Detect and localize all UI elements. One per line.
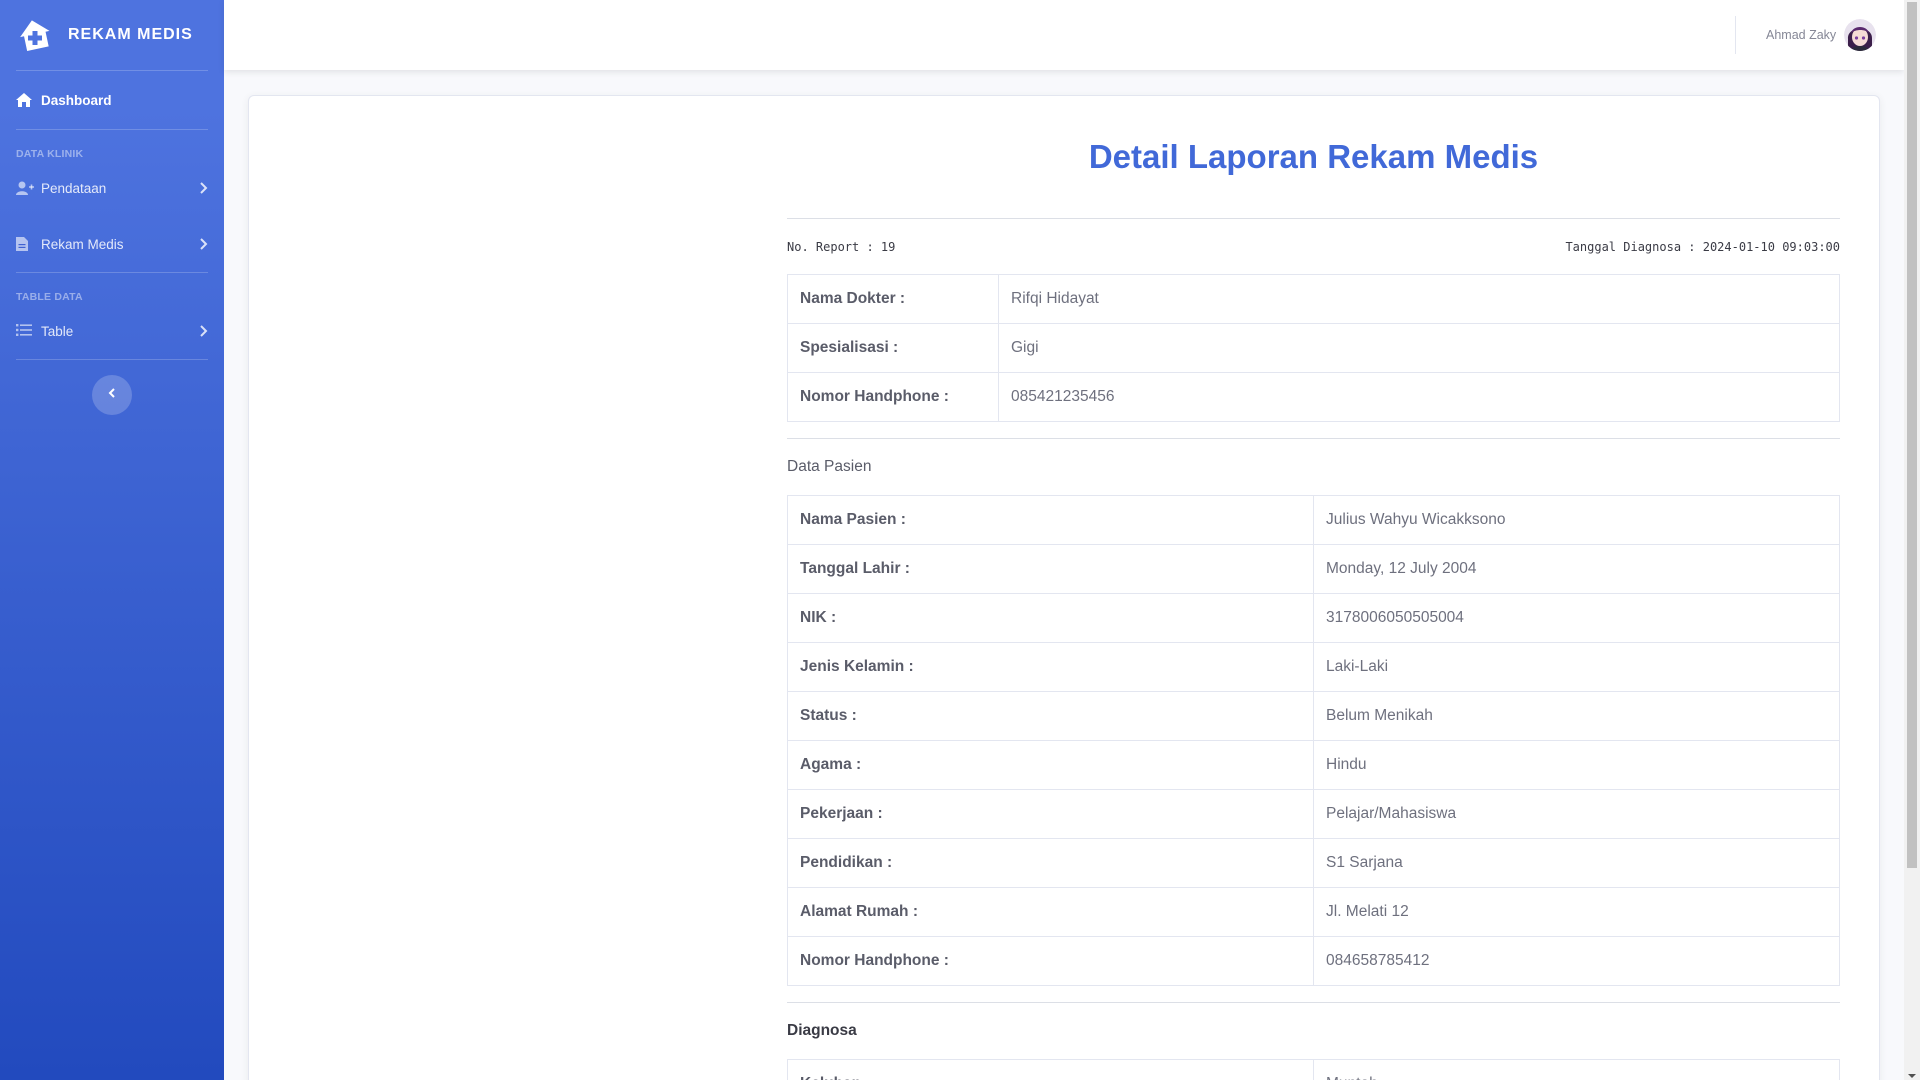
sidebar-item-dashboard[interactable]: Dashboard (0, 71, 224, 129)
table-row: Jenis Kelamin : Laki-Laki (787, 642, 1840, 692)
field-value: 084658785412 (1313, 936, 1840, 986)
field-value: 3178006050505004 (1313, 593, 1840, 643)
sidebar-heading-table: TABLE DATA (16, 291, 83, 303)
field-value: Gigi (998, 323, 1840, 373)
table-row: NIK :3178006050505004 (787, 593, 1840, 643)
field-label: Spesialisasi : (787, 323, 999, 373)
sidebar-divider (16, 359, 208, 360)
field-label: Nomor Handphone : (787, 936, 1314, 986)
table-row: Nama Pasien : Julius Wahyu Wicakksono (787, 495, 1840, 545)
file-medical-icon (16, 237, 34, 251)
chevron-right-icon (198, 182, 208, 194)
field-label: Pekerjaan : (787, 789, 1314, 839)
sidebar-item-pendataan[interactable]: Pendataan (0, 160, 224, 216)
sidebar-item-label: Table (41, 323, 74, 339)
field-value: Pelajar/Mahasiswa (1313, 789, 1840, 839)
field-label: Nama Dokter : (787, 274, 999, 324)
table-row: Pekerjaan : Pelajar/Mahasiswa (787, 789, 1840, 839)
table-row: Spesialisasi : Gigi (787, 323, 1840, 373)
field-label: Pendidikan : (787, 838, 1314, 888)
field-label: NIK : (787, 593, 1314, 643)
table-row: Alamat Rumah : Jl. Melati 12 (787, 887, 1840, 937)
field-value: Belum Menikah (1313, 691, 1840, 741)
table-row: Keluhan :Muntah (787, 1059, 1840, 1080)
page-title: Detail Laporan Rekam Medis (1088, 138, 1539, 175)
table-row: Pendidikan : S1 Sarjana (787, 838, 1840, 888)
field-label: Agama : (787, 740, 1314, 790)
chevron-left-icon (107, 386, 117, 404)
field-value: S1 Sarjana (1313, 838, 1840, 888)
report-card: Detail Laporan Rekam Medis No. Report : … (248, 95, 1880, 1080)
field-value: Monday, 12 July 2004 (1313, 544, 1840, 594)
sidebar-toggle-button[interactable] (92, 375, 132, 415)
sidebar-heading-clinic: DATA KLINIK (16, 148, 84, 160)
topbar-divider (1735, 16, 1736, 54)
sidebar-item-label: Rekam Medis (41, 236, 124, 252)
field-label: Nama Pasien : (787, 495, 1314, 545)
diagnosis-table: Keluhan :Muntah (787, 1059, 1840, 1080)
field-value: Jl. Melati 12 (1313, 887, 1840, 937)
sidebar: REKAM MEDIS Dashboard DATA KLINIK Pendat… (0, 0, 224, 1080)
user-name: Ahmad Zaky (1766, 28, 1837, 42)
doctor-table: Nama Dokter : Rifqi Hidayat Spesialisasi… (787, 274, 1840, 422)
report-number: No. Report : 19 (787, 239, 896, 254)
field-value: Julius Wahyu Wicakksono (1313, 495, 1840, 545)
table-row: Nomor Handphone :084658785412 (787, 936, 1840, 986)
home-icon (16, 93, 34, 107)
field-label: Tanggal Lahir : (787, 544, 1314, 594)
sidebar-item-label: Pendataan (41, 180, 107, 196)
brand-name: REKAM MEDIS (68, 26, 193, 43)
section-title-patient: Data Pasien (787, 458, 872, 475)
scroll-down-arrow-icon[interactable] (1907, 1068, 1917, 1078)
table-row: Agama : Hindu (787, 740, 1840, 790)
table-row: Tanggal Lahir : Monday, 12 July 2004 (787, 544, 1840, 594)
sidebar-item-rekam-medis[interactable]: Rekam Medis (0, 216, 224, 272)
table-row: Status : Belum Menikah (787, 691, 1840, 741)
page-scrollbar[interactable] (1904, 0, 1920, 1080)
field-value: Muntah (1313, 1059, 1840, 1080)
chevron-right-icon (198, 238, 208, 250)
table-row: Nama Dokter : Rifqi Hidayat (787, 274, 1840, 324)
report-meta: No. Report : 19 Tanggal Diagnosa : 2024-… (787, 219, 1840, 274)
diagnosis-date: Tanggal Diagnosa : 2024-01-10 09:03:00 (1565, 239, 1840, 254)
list-icon (16, 324, 34, 338)
scrollbar-thumb[interactable] (1907, 2, 1917, 868)
sidebar-item-label: Dashboard (41, 92, 112, 108)
clinic-logo-icon (16, 16, 54, 54)
sidebar-brand[interactable]: REKAM MEDIS (0, 0, 224, 70)
avatar (1844, 19, 1877, 51)
user-plus-icon (16, 181, 34, 195)
topbar: Ahmad Zaky (224, 0, 1904, 70)
field-value: 085421235456 (998, 372, 1840, 422)
field-value: Hindu (1313, 740, 1840, 790)
patient-table: Nama Pasien : Julius Wahyu Wicakksono Tan… (787, 495, 1840, 986)
field-label: Status : (787, 691, 1314, 741)
field-label: Nomor Handphone : (787, 372, 999, 422)
report-content: Detail Laporan Rekam Medis No. Report : … (787, 96, 1840, 1080)
chevron-right-icon (198, 325, 208, 337)
field-value: Rifqi Hidayat (998, 274, 1840, 324)
field-value: Laki-Laki (1313, 642, 1840, 692)
user-dropdown[interactable]: Ahmad Zaky (1766, 16, 1877, 54)
field-label: Jenis Kelamin : (787, 642, 1314, 692)
field-label: Keluhan : (787, 1059, 1314, 1080)
table-row: Nomor Handphone : 085421235456 (787, 372, 1840, 422)
field-label: Alamat Rumah : (787, 887, 1314, 937)
sidebar-item-table[interactable]: Table (0, 303, 224, 359)
section-title-diagnosis: Diagnosa (787, 1022, 857, 1039)
